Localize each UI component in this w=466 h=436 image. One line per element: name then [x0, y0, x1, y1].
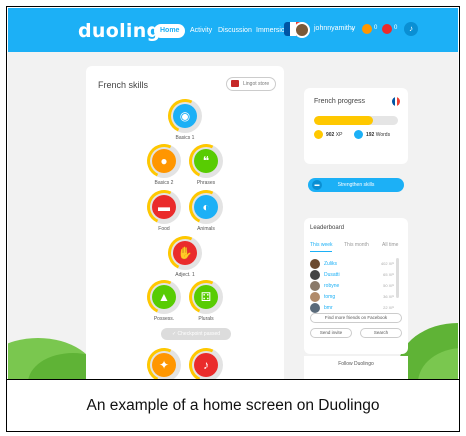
words-icon: [354, 130, 363, 139]
skill-adjectives-1[interactable]: ✋ Adject. 1: [163, 231, 207, 278]
figure-caption: An example of a home screen on Duolingo: [86, 397, 380, 414]
leaderboard-title: Leaderboard: [310, 225, 345, 231]
notification-bell-icon[interactable]: ♪: [404, 22, 418, 36]
find-facebook-friends-button[interactable]: Find more friends on Facebook: [310, 313, 402, 323]
avatar: [310, 281, 320, 291]
leaderboard-row[interactable]: tomg 36 XP: [310, 292, 394, 303]
level-progress-bar: [314, 116, 398, 125]
lingot-icon: [382, 24, 392, 34]
top-navigation-bar: duolingo Home Activity Discussion Immers…: [8, 8, 458, 52]
leaderboard-row[interactable]: robyne 50 XP: [310, 281, 394, 292]
xp-total: 902 XP: [326, 132, 343, 138]
tab-all-time[interactable]: All time: [382, 242, 398, 248]
active-tab-indicator: [310, 251, 332, 252]
avatar: [310, 303, 320, 313]
skill-basics-2[interactable]: ● Basics 2: [142, 139, 186, 186]
skill-plurals[interactable]: ⚃ Plurals: [184, 275, 228, 322]
treasure-chest-icon: [231, 80, 239, 87]
skills-title: French skills: [98, 80, 149, 90]
avatar: [310, 270, 320, 280]
globe-icon: ◐: [194, 195, 218, 219]
dumbbell-icon: ▬: [312, 180, 322, 190]
egg-icon: ◉: [173, 104, 197, 128]
skill-animals[interactable]: ◐ Animals: [184, 185, 228, 232]
carrot-icon: ▲: [152, 285, 176, 309]
leaderboard-scrollbar[interactable]: [396, 258, 399, 298]
nav-home[interactable]: Home: [154, 24, 186, 38]
nav-activity[interactable]: Activity: [190, 24, 212, 38]
lingot-store-button[interactable]: Lingot store: [226, 77, 276, 91]
lingot-count: 0: [394, 25, 398, 31]
leaderboard-row[interactable]: Zuliks 402 XP: [310, 259, 394, 270]
hand-icon: ✋: [173, 241, 197, 265]
words-total: 192 Words: [366, 132, 391, 138]
leaderboard-card: Leaderboard This week This month All tim…: [304, 218, 408, 354]
search-friends-button[interactable]: Search: [360, 328, 402, 338]
streak-count: 0: [374, 25, 378, 31]
skill-next-1[interactable]: ✦: [142, 343, 186, 379]
streak-flame-icon: [362, 24, 372, 34]
skill-phrases[interactable]: ❝ Phrases: [184, 139, 228, 186]
skill-basics-1[interactable]: ◉ Basics 1: [163, 94, 207, 141]
follow-duolingo-label: Follow Duolingo: [338, 361, 374, 367]
tab-this-month[interactable]: This month: [344, 242, 369, 248]
leaderboard-row[interactable]: Dusatti 65 XP: [310, 270, 394, 281]
lingot-store-label: Lingot store: [243, 81, 270, 87]
burger-icon: ▬: [152, 195, 176, 219]
skills-card: French skills Lingot store ◉ Basics 1 ● …: [86, 66, 284, 379]
chevron-down-icon[interactable]: ⌄: [350, 24, 356, 32]
strengthen-skills-button[interactable]: ▬ Strengthen skills: [308, 178, 404, 192]
follow-duolingo-footer: Follow Duolingo: [304, 356, 408, 379]
level-progress-fill: [314, 116, 373, 125]
french-progress-card: French progress 902 XP 192 Words: [304, 88, 408, 164]
checkpoint-passed-badge[interactable]: ✓ Checkpoint passed: [161, 328, 231, 340]
skill-possessives[interactable]: ▲ Possess.: [142, 275, 186, 322]
avatar: [310, 292, 320, 302]
caption-divider: [6, 379, 460, 380]
runner-icon: ✦: [152, 353, 176, 377]
progress-title: French progress: [314, 98, 365, 105]
speech-icon: ❝: [194, 149, 218, 173]
skill-next-2[interactable]: ♪: [184, 343, 228, 379]
xp-icon: [314, 130, 323, 139]
sock-icon: ♪: [194, 353, 218, 377]
avatar: [310, 259, 320, 269]
dice-icon: ⚃: [194, 285, 218, 309]
tab-this-week[interactable]: This week: [310, 242, 333, 248]
send-invite-button[interactable]: Send invite: [310, 328, 352, 338]
skill-food[interactable]: ▬ Food: [142, 185, 186, 232]
nav-discussion[interactable]: Discussion: [218, 24, 252, 38]
french-flag-icon: [392, 97, 400, 106]
chick-icon: ●: [152, 149, 176, 173]
duolingo-screenshot: duolingo Home Activity Discussion Immers…: [8, 8, 458, 379]
user-avatar[interactable]: [294, 22, 310, 38]
